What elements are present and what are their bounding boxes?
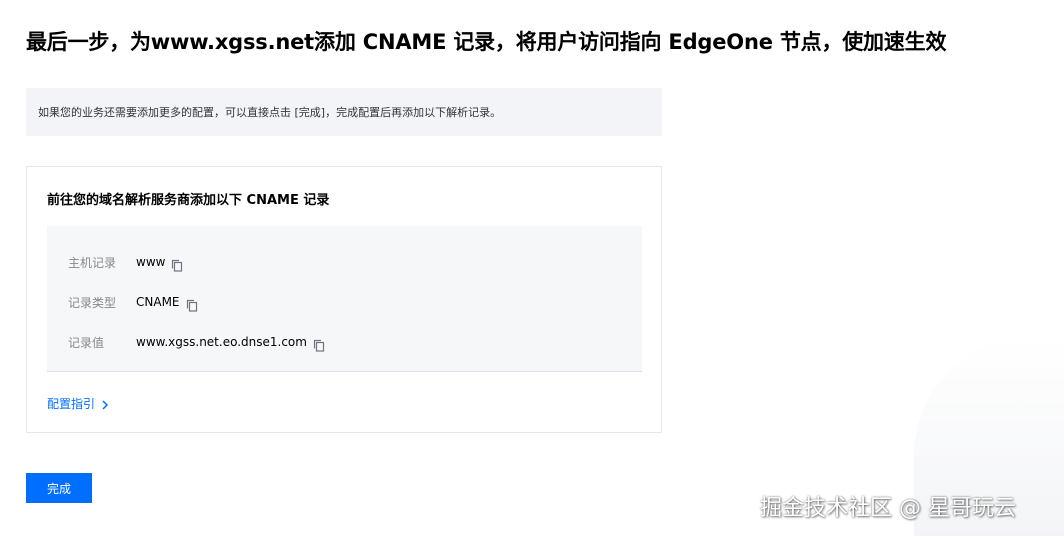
record-value-value: www.xgss.net.eo.dnse1.com xyxy=(136,335,307,349)
copy-icon[interactable] xyxy=(313,337,325,352)
watermark: 掘金技术社区 @ 星哥玩云 xyxy=(760,496,1016,521)
copy-icon[interactable] xyxy=(186,297,198,312)
done-button[interactable]: 完成 xyxy=(26,473,92,503)
config-guide-label: 配置指引 xyxy=(47,397,96,411)
record-row-type: 记录类型 CNAME xyxy=(68,292,198,312)
record-panel: 主机记录 www 记录类型 CNAME 记录值 www.xgss.net.eo.… xyxy=(47,226,642,372)
page-title: 最后一步，为www.xgss.net添加 CNAME 记录，将用户访问指向 Ed… xyxy=(26,30,947,54)
chevron-right-icon xyxy=(101,399,109,410)
host-record-label: 主机记录 xyxy=(68,255,117,270)
record-type-label: 记录类型 xyxy=(68,295,117,310)
card-heading: 前往您的域名解析服务商添加以下 CNAME 记录 xyxy=(47,193,330,208)
cname-record-card: 前往您的域名解析服务商添加以下 CNAME 记录 主机记录 www 记录类型 C… xyxy=(26,166,662,433)
record-row-value: 记录值 www.xgss.net.eo.dnse1.com xyxy=(68,332,325,352)
record-value-label: 记录值 xyxy=(68,335,105,350)
info-tip-text: 如果您的业务还需要添加更多的配置，可以直接点击 [完成]，完成配置后再添加以下解… xyxy=(38,106,502,119)
config-guide-link[interactable]: 配置指引 xyxy=(47,395,109,412)
copy-icon[interactable] xyxy=(171,257,183,272)
host-record-value: www xyxy=(136,255,166,269)
info-tip: 如果您的业务还需要添加更多的配置，可以直接点击 [完成]，完成配置后再添加以下解… xyxy=(26,88,662,136)
record-type-value: CNAME xyxy=(136,295,180,309)
record-row-host: 主机记录 www xyxy=(68,252,183,272)
